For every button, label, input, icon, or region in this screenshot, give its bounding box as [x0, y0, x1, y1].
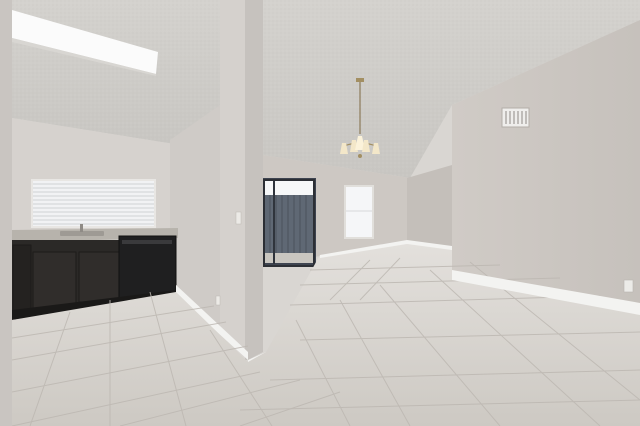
- left-wall-edge: [0, 0, 12, 426]
- dishwasher: [118, 235, 177, 299]
- air-vent: [501, 107, 530, 128]
- outlet-icon: [215, 295, 221, 306]
- sliding-glass-door: [263, 178, 316, 267]
- cabinet-door-right: [78, 251, 120, 303]
- window-with-blinds: [31, 179, 156, 228]
- cabinet-door-end: [12, 244, 32, 314]
- cabinet-door-left: [32, 251, 77, 311]
- light-switch-icon: [235, 211, 242, 225]
- faucet-icon: [80, 224, 83, 232]
- outlet-icon: [623, 279, 634, 293]
- room-photo: [0, 0, 640, 426]
- window: [344, 185, 374, 239]
- back-right-wall: [407, 165, 452, 248]
- dishwasher-handle: [122, 240, 172, 244]
